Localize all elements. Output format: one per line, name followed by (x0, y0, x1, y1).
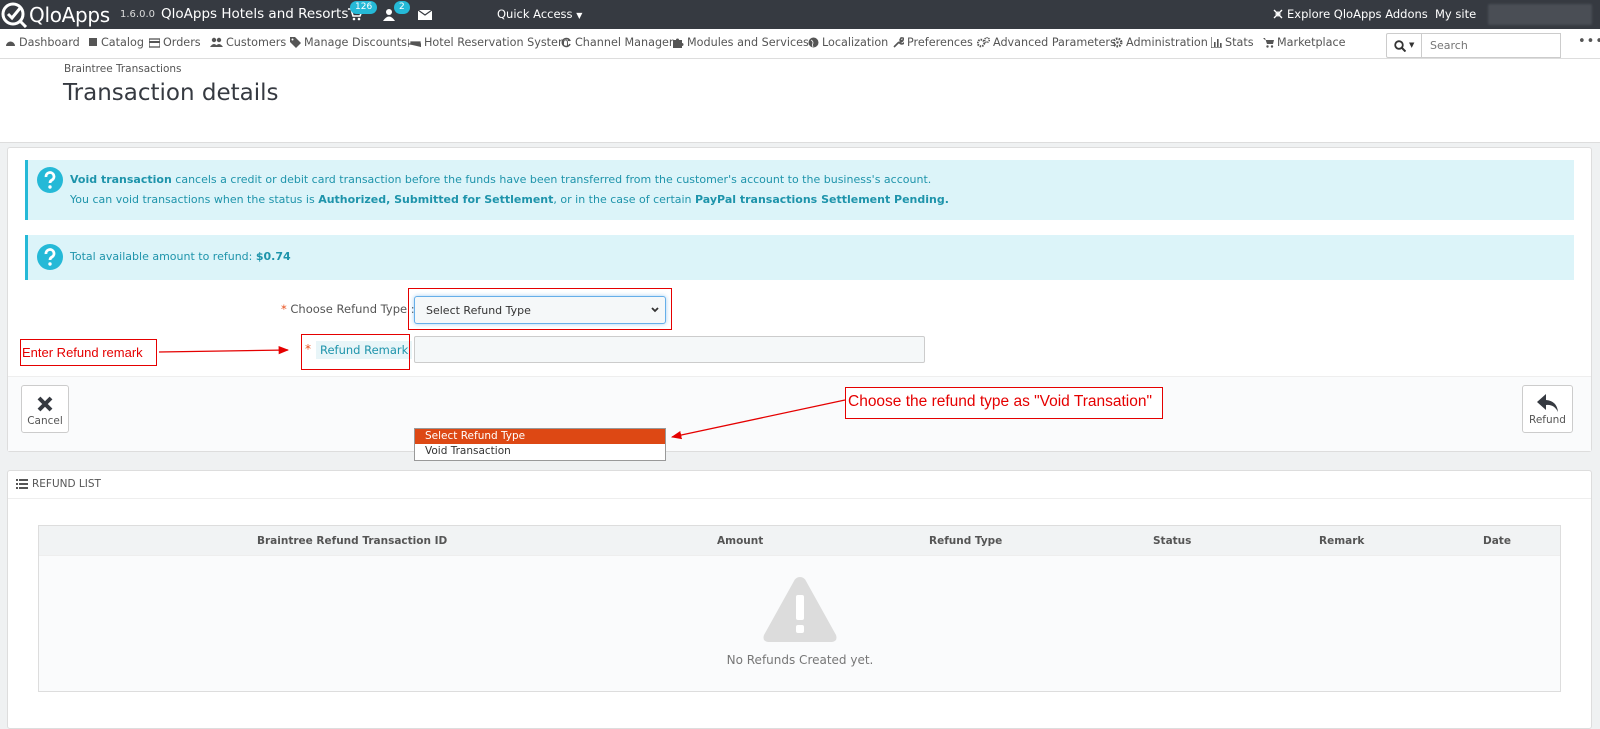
book-icon (88, 38, 97, 47)
refund-label: Refund (1529, 414, 1566, 426)
nav-marketplace[interactable]: Marketplace (1263, 36, 1346, 49)
refund-list-divider (8, 498, 1591, 499)
refund-list-title: Refund List (32, 478, 101, 490)
top-bar: QloApps 1.6.0.0 QloApps Hotels and Resor… (0, 0, 1600, 29)
refund-total-amount: $0.74 (255, 250, 291, 263)
empty-refunds-message: No Refunds Created yet. (726, 653, 874, 667)
search-type-dropdown[interactable]: ▼ (1386, 33, 1422, 58)
refund-total-text: Total available amount to refund: $0.74 (70, 250, 291, 263)
quick-access-menu[interactable]: Quick Access ▼ (497, 7, 582, 21)
employee-menu[interactable] (1488, 4, 1592, 25)
panel-footer (8, 377, 1591, 451)
question-circle-icon (37, 244, 63, 270)
annotation-remark: Enter Refund remark (20, 339, 157, 366)
more-menu-icon[interactable]: ••• (1578, 34, 1600, 49)
bar-chart-icon (1211, 37, 1222, 48)
nav-orders[interactable]: Orders (149, 36, 201, 49)
void-info-line1: Void transaction cancels a credit or deb… (70, 173, 932, 186)
shop-name[interactable]: QloApps Hotels and Resorts (161, 6, 348, 22)
refund-button[interactable]: Refund (1522, 385, 1573, 433)
search-icon (1394, 40, 1406, 52)
bed-icon (408, 39, 421, 47)
logo-text: QloApps (29, 2, 110, 27)
puzzle-icon (673, 38, 684, 48)
nav-manage-discounts[interactable]: Manage Discounts (290, 36, 407, 49)
col-remark: Remark (1319, 535, 1365, 547)
void-info-line2: You can void transactions when the statu… (70, 193, 949, 206)
shopping-cart-icon (1263, 38, 1274, 48)
credit-card-icon (149, 38, 160, 48)
col-date: Date (1483, 535, 1511, 547)
addons-icon (1273, 9, 1283, 19)
refund-type-options: Select Refund Type Void Transaction (414, 428, 666, 461)
envelope-icon[interactable] (418, 8, 432, 21)
tags-icon (290, 37, 301, 48)
users-icon (210, 37, 223, 47)
version-label: 1.6.0.0 (120, 9, 155, 20)
qloapps-logo-icon (1, 2, 28, 28)
explore-addons-link[interactable]: Explore QloApps Addons (1287, 7, 1428, 21)
col-refund-type: Refund Type (929, 535, 1003, 547)
caret-down-icon: ▼ (576, 11, 583, 20)
cancel-button[interactable]: Cancel (21, 385, 69, 433)
my-site-link[interactable]: My site (1435, 7, 1476, 21)
refund-type-label: * Choose Refund Type : (281, 302, 415, 316)
nav-customers[interactable]: Customers (210, 36, 286, 49)
cart-badge: 126 (350, 1, 378, 14)
logo[interactable]: QloApps (0, 1, 110, 28)
page-title: Transaction details (63, 80, 279, 106)
col-status: Status (1153, 535, 1192, 547)
cogs-icon (977, 37, 990, 48)
wrench-icon (893, 37, 904, 48)
breadcrumb[interactable]: Braintree Transactions (64, 63, 182, 75)
refresh-icon (561, 37, 571, 48)
annotation-refund-type: Choose the refund type as "Void Transati… (845, 387, 1163, 419)
quick-access-label: Quick Access (497, 7, 573, 21)
nav-advanced-parameters[interactable]: Advanced Parameters (977, 36, 1116, 49)
nav-dashboard[interactable]: Dashboard (5, 36, 80, 49)
question-circle-icon (37, 167, 63, 193)
option-select-refund-type[interactable]: Select Refund Type (415, 429, 665, 444)
nav-modules-and-services[interactable]: Modules and Services (673, 36, 809, 49)
warning-icon (763, 577, 837, 642)
reply-icon (1536, 394, 1558, 412)
customer-badge: 2 (394, 1, 410, 14)
nav-administration[interactable]: Administration (1112, 36, 1208, 49)
col-amount: Amount (717, 535, 764, 547)
list-icon (16, 479, 28, 489)
void-info-alert: Void transaction cancels a credit or deb… (25, 160, 1574, 220)
refund-list-heading: Refund List (16, 478, 101, 490)
refund-remark-input[interactable] (414, 336, 925, 363)
caret-down-icon: ▼ (1409, 41, 1415, 49)
refund-type-highlight-box (408, 288, 672, 330)
nav-catalog[interactable]: Catalog (87, 36, 144, 49)
search-input[interactable] (1421, 33, 1561, 58)
col-refund-transaction-id: Braintree Refund Transaction ID (257, 535, 448, 547)
nav-channel-manager[interactable]: Channel Manager (561, 36, 674, 49)
globe-icon (808, 37, 819, 48)
dashboard-icon (6, 41, 15, 46)
nav-localization[interactable]: Localization (808, 36, 888, 49)
refund-total-alert: Total available amount to refund: $0.74 (25, 235, 1574, 280)
close-icon (37, 396, 53, 412)
cancel-label: Cancel (27, 415, 63, 427)
cog-icon (1112, 37, 1123, 48)
option-void-transaction[interactable]: Void Transaction (415, 444, 665, 459)
nav-hotel-reservation-system[interactable]: Hotel Reservation System (408, 36, 569, 49)
nav-preferences[interactable]: Preferences (893, 36, 973, 49)
remark-highlight-box (301, 334, 410, 370)
nav-stats[interactable]: Stats (1211, 36, 1254, 49)
